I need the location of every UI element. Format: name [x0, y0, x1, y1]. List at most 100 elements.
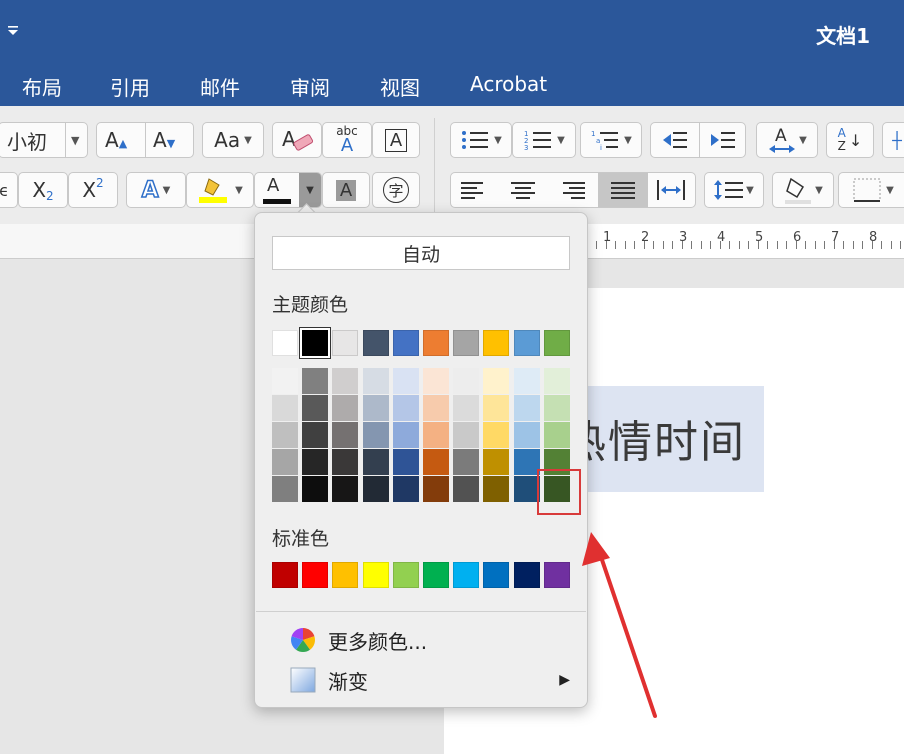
theme-shade-swatch[interactable]	[453, 476, 480, 502]
theme-shade-swatch[interactable]	[362, 395, 389, 421]
theme-shade-swatch[interactable]	[453, 449, 480, 475]
theme-color-swatch[interactable]	[272, 330, 298, 356]
highlight-color-button[interactable]: ▼	[186, 172, 254, 208]
theme-color-swatch[interactable]	[300, 328, 331, 358]
character-shading-button[interactable]: A	[322, 172, 370, 208]
theme-shade-swatch[interactable]	[543, 395, 570, 421]
gradient-item[interactable]: 渐变 ▶	[256, 660, 586, 700]
more-colors-item[interactable]: 更多颜色...	[256, 620, 586, 660]
subscript-button[interactable]: X2	[18, 172, 68, 208]
theme-shade-swatch[interactable]	[272, 476, 298, 502]
theme-shade-swatch[interactable]	[392, 476, 419, 502]
partial-right-button[interactable]: ┼	[882, 122, 904, 158]
theme-shade-swatch[interactable]	[513, 368, 540, 394]
font-color-dropdown-chevron-icon[interactable]: ▼	[299, 173, 321, 207]
quick-access-menu-icon[interactable]	[6, 24, 20, 38]
character-border-button[interactable]: A	[372, 122, 420, 158]
borders-button[interactable]: ▼	[838, 172, 904, 208]
theme-shade-swatch[interactable]	[362, 449, 389, 475]
tab-references[interactable]: 引用	[110, 72, 150, 101]
tab-acrobat[interactable]: Acrobat	[470, 72, 547, 96]
theme-shade-swatch[interactable]	[543, 368, 570, 394]
tab-review[interactable]: 审阅	[290, 72, 330, 101]
theme-color-swatch[interactable]	[483, 330, 510, 356]
align-left-icon[interactable]	[460, 181, 486, 199]
multilevel-list-button[interactable]: 1 a i ▼	[580, 122, 642, 158]
standard-color-swatch[interactable]	[423, 562, 449, 588]
theme-shade-swatch[interactable]	[362, 368, 389, 394]
theme-shade-swatch[interactable]	[392, 449, 419, 475]
theme-shade-swatch[interactable]	[272, 422, 298, 448]
theme-shade-swatch[interactable]	[513, 422, 540, 448]
align-right-icon[interactable]	[560, 181, 586, 199]
theme-shade-swatch[interactable]	[453, 422, 480, 448]
theme-color-swatch[interactable]	[453, 330, 480, 356]
theme-shade-swatch[interactable]	[423, 476, 449, 502]
document-text[interactable]: 热情时间	[562, 406, 746, 470]
theme-shade-swatch[interactable]	[513, 395, 540, 421]
standard-color-swatch[interactable]	[272, 562, 298, 588]
increase-indent-icon[interactable]	[709, 129, 737, 151]
standard-color-swatch[interactable]	[483, 562, 510, 588]
theme-shade-swatch[interactable]	[423, 422, 449, 448]
justify-button[interactable]	[598, 173, 648, 207]
theme-shade-swatch[interactable]	[483, 368, 510, 394]
font-size-combo[interactable]: 小初 ▼	[0, 122, 88, 158]
theme-shade-swatch[interactable]	[483, 476, 510, 502]
theme-shade-swatch[interactable]	[272, 449, 298, 475]
theme-shade-swatch[interactable]	[483, 395, 510, 421]
superscript-button[interactable]: X2	[68, 172, 118, 208]
asian-layout-button[interactable]: A ▼	[756, 122, 818, 158]
theme-shade-swatch[interactable]	[332, 449, 359, 475]
theme-shade-swatch[interactable]	[483, 449, 510, 475]
theme-shade-swatch[interactable]	[423, 395, 449, 421]
sort-button[interactable]: A Z ↓	[826, 122, 874, 158]
theme-shade-swatch[interactable]	[272, 395, 298, 421]
text-effects-button[interactable]: A ▼	[126, 172, 186, 208]
theme-color-swatch[interactable]	[392, 330, 419, 356]
font-color-button[interactable]: A ▼	[254, 172, 322, 208]
line-spacing-button[interactable]: ▼	[704, 172, 764, 208]
distributed-align-icon[interactable]	[656, 179, 686, 201]
standard-color-swatch[interactable]	[332, 562, 359, 588]
chevron-down-icon[interactable]: ▼	[71, 134, 79, 147]
theme-color-swatch[interactable]	[513, 330, 540, 356]
theme-shade-swatch[interactable]	[513, 449, 540, 475]
theme-shade-swatch[interactable]	[302, 476, 329, 502]
numbering-button[interactable]: 1 2 3 ▼	[512, 122, 576, 158]
theme-shade-swatch[interactable]	[302, 422, 329, 448]
theme-shade-swatch[interactable]	[453, 395, 480, 421]
spelling-button[interactable]: abc A	[322, 122, 372, 158]
theme-shade-swatch[interactable]	[302, 449, 329, 475]
theme-shade-swatch[interactable]	[453, 368, 480, 394]
theme-color-swatch[interactable]	[543, 330, 570, 356]
standard-color-swatch[interactable]	[362, 562, 389, 588]
grow-font-button[interactable]: A▲	[105, 128, 127, 152]
decrease-indent-icon[interactable]	[661, 129, 689, 151]
theme-shade-swatch[interactable]	[332, 368, 359, 394]
theme-shade-swatch[interactable]	[543, 422, 570, 448]
tab-view[interactable]: 视图	[380, 72, 420, 101]
theme-shade-swatch[interactable]	[423, 449, 449, 475]
theme-color-swatch[interactable]	[423, 330, 449, 356]
theme-shade-swatch[interactable]	[362, 422, 389, 448]
theme-shade-swatch[interactable]	[302, 368, 329, 394]
theme-shade-swatch[interactable]	[392, 395, 419, 421]
theme-shade-swatch[interactable]	[332, 476, 359, 502]
theme-shade-swatch[interactable]	[513, 476, 540, 502]
theme-shade-swatch[interactable]	[332, 422, 359, 448]
theme-color-swatch[interactable]	[362, 330, 389, 356]
shrink-font-button[interactable]: A▼	[153, 128, 175, 152]
standard-color-swatch[interactable]	[543, 562, 570, 588]
standard-color-swatch[interactable]	[453, 562, 480, 588]
standard-color-swatch[interactable]	[513, 562, 540, 588]
standard-color-swatch[interactable]	[302, 562, 329, 588]
theme-shade-swatch[interactable]	[392, 422, 419, 448]
theme-shade-swatch[interactable]	[272, 368, 298, 394]
theme-color-swatch[interactable]	[332, 330, 359, 356]
theme-shade-swatch[interactable]	[423, 368, 449, 394]
enclose-characters-button[interactable]: 字	[372, 172, 420, 208]
theme-shade-swatch[interactable]	[362, 476, 389, 502]
theme-shade-swatch[interactable]	[302, 395, 329, 421]
standard-color-swatch[interactable]	[392, 562, 419, 588]
